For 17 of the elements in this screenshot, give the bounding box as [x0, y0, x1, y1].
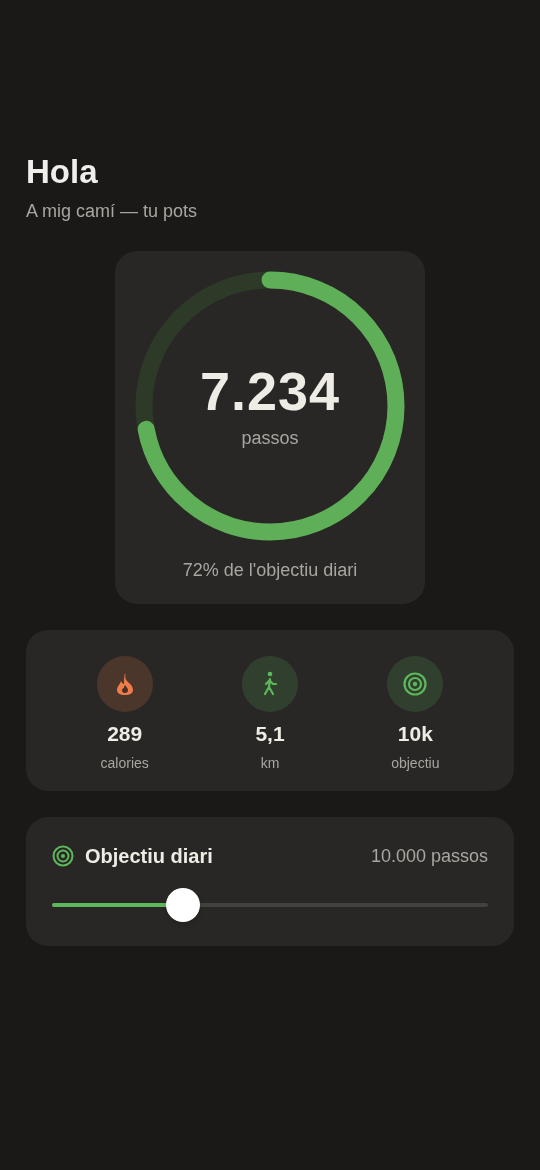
- target-icon: [52, 845, 74, 867]
- goal-title: Objectiu diari: [85, 844, 213, 869]
- greeting-subtitle: A mig camí — tu pots: [26, 200, 199, 223]
- step-count: 7.234: [199, 360, 341, 421]
- greeting-title: Hola: [26, 152, 99, 192]
- step-unit: passos: [241, 426, 299, 450]
- target-icon: [403, 672, 428, 696]
- stat-value: 10k: [397, 721, 433, 747]
- goal-slider[interactable]: [52, 891, 488, 919]
- stat-label: calories: [100, 753, 149, 773]
- stat-value: 289: [107, 721, 143, 747]
- goal-percentage: 72% de l'objectiu diari: [182, 559, 358, 582]
- slider-thumb[interactable]: [165, 888, 200, 922]
- goal-value: 10.000 passos: [370, 844, 488, 868]
- stat-label: objectiu: [391, 753, 440, 773]
- stat-value: 5,1: [255, 721, 285, 747]
- stat-label: km: [260, 753, 280, 773]
